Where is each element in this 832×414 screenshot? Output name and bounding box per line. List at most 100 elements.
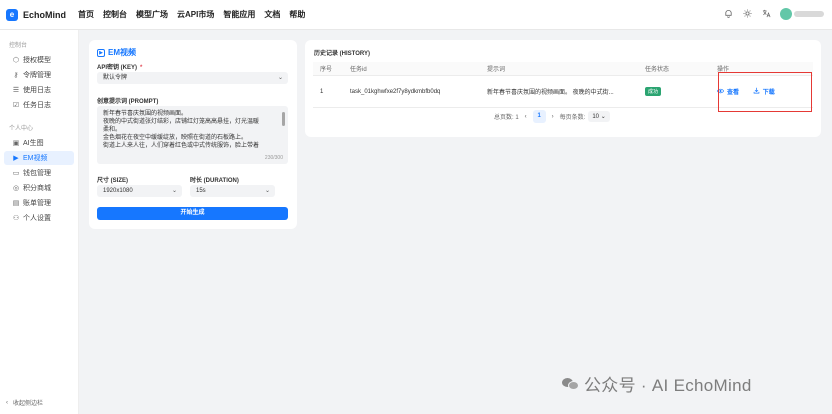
watermark-text: 公众号 · AI EchoMind [584, 376, 752, 395]
sidebar-item-label: 积分商城 [23, 185, 51, 192]
sidebar-item-label: 钱包管理 [23, 170, 51, 177]
nav-docs[interactable]: 文档 [264, 9, 280, 20]
sidebar-group-personal: 个人中心 [9, 126, 34, 132]
page-size-select[interactable]: 10 ⌄ [588, 111, 610, 122]
sidebar-item-ai-image[interactable]: ▣ AI生图 [4, 136, 74, 150]
sidebar-item-em-video[interactable]: ▶ EM视频 [4, 151, 74, 165]
sun-icon[interactable] [742, 9, 752, 19]
next-page-icon[interactable]: › [552, 114, 554, 120]
size-value: 1920x1080 [103, 188, 133, 194]
prompt-char-count: 230/300 [264, 155, 283, 161]
main-nav: 首页 控制台 模型广场 云API市场 智能应用 文档 帮助 [78, 9, 314, 20]
prompt-label: 创意提示词 (PROMPT) [97, 99, 159, 105]
chevron-down-icon: ⌄ [264, 188, 270, 194]
em-video-title: ▶ EM视频 [97, 47, 136, 58]
api-key-select[interactable]: 默认令牌 ⌄ [97, 72, 288, 84]
task-icon: ☑ [12, 102, 20, 109]
sidebar-item-billing[interactable]: ▤ 账单管理 [4, 196, 74, 210]
prompt-line: 金色烟花在夜空中缓缓绽放，映照在街道的石板路上。 [103, 135, 248, 141]
highlight-annotation-box [718, 72, 812, 112]
sidebar-item-wallet[interactable]: ▭ 钱包管理 [4, 166, 74, 180]
collapse-sidebar-button[interactable]: ‹ 收起侧边栏 [6, 398, 44, 408]
prompt-textarea[interactable]: 新年春节喜庆氛围的视频画面。 夜晚的中式街道张灯结彩，店铺红灯笼高高悬挂，灯光温… [97, 106, 288, 164]
sidebar-group-console: 控制台 [9, 43, 28, 49]
sidebar-item-label: EM视频 [23, 155, 48, 162]
page-size-label: 每页条数: [559, 115, 586, 121]
points-icon: ◎ [12, 185, 20, 192]
prompt-line: 新年春节喜庆氛围的视频画面。 [103, 111, 188, 117]
row-prompt: 新年春节喜庆氛围的视频画面。 夜晚的中式街... [487, 90, 614, 96]
sidebar-item-label: 令牌管理 [23, 72, 51, 79]
cube-icon: ⬡ [12, 57, 20, 64]
nav-cloud-api-market[interactable]: 云API市场 [177, 9, 214, 20]
sidebar-item-personal-settings[interactable]: ⚇ 个人设置 [4, 211, 74, 225]
app-logo[interactable]: e EchoMind [6, 8, 66, 21]
chevron-down-icon: ⌄ [600, 114, 606, 120]
history-title: 历史记录 (HISTORY) [314, 51, 371, 57]
watermark: 公众号 · AI EchoMind [562, 371, 752, 396]
status-badge: 成功 [645, 87, 662, 96]
api-key-value: 默认令牌 [103, 75, 128, 81]
em-video-card: ▶ EM视频 API密钥 (KEY) * 默认令牌 ⌄ 创意提示词 (PROMPT… [89, 40, 297, 229]
image-icon: ▣ [12, 140, 20, 147]
row-index: 1 [320, 88, 324, 95]
username-redacted[interactable] [794, 11, 824, 17]
column-header-index: 序号 [320, 67, 333, 73]
sidebar-item-points-mall[interactable]: ◎ 积分商城 [4, 181, 74, 195]
size-label: 尺寸 (SIZE) [97, 178, 128, 184]
duration-select[interactable]: 15s ⌄ [190, 185, 275, 197]
nav-help[interactable]: 帮助 [289, 9, 305, 20]
required-marker: * [140, 65, 143, 71]
duration-value: 15s [196, 188, 206, 194]
sidebar-item-label: 账单管理 [23, 200, 51, 207]
prompt-line: 柔和。 [103, 127, 122, 133]
video-icon: ▶ [97, 48, 105, 57]
sidebar-item-label: 个人设置 [23, 215, 51, 222]
sidebar-item-task-logs[interactable]: ☑ 任务日志 [4, 98, 74, 112]
chevron-left-icon: ‹ [6, 399, 8, 406]
start-generate-button[interactable]: 开始生成 [97, 207, 288, 220]
app-name: EchoMind [23, 9, 66, 20]
sidebar-item-token-management[interactable]: ⚷ 令牌管理 [4, 68, 74, 82]
bell-icon[interactable] [723, 9, 733, 19]
total-pages: 总页数: 1 [494, 115, 519, 121]
translate-icon[interactable] [761, 9, 771, 19]
sidebar-item-label: 使用日志 [23, 87, 51, 94]
row-status: 成功 [639, 87, 717, 96]
collapse-sidebar-label: 收起侧边栏 [13, 401, 44, 407]
nav-model-plaza[interactable]: 模型广场 [136, 9, 168, 20]
top-nav-bar: e EchoMind 首页 控制台 模型广场 云API市场 智能应用 文档 帮助 [0, 0, 832, 30]
api-key-label-text: API密钥 (KEY) [97, 65, 138, 71]
sidebar-item-label: AI生图 [23, 140, 44, 147]
prompt-line: 夜晚的中式街道张灯结彩，店铺红灯笼高高悬挂，灯光温暖 [103, 119, 260, 125]
page-size-control: 每页条数: 10 ⌄ [560, 111, 610, 122]
page-1-button[interactable]: 1 [532, 110, 546, 123]
video-icon: ▶ [13, 155, 19, 162]
api-key-label: API密钥 (KEY) * [97, 62, 142, 71]
prompt-scrollbar[interactable] [282, 112, 285, 126]
sidebar-item-authorized-models[interactable]: ⬡ 授权模型 [4, 53, 74, 67]
user-icon: ⚇ [12, 215, 20, 222]
wechat-icon [562, 377, 579, 391]
chevron-down-icon: ⌄ [277, 75, 283, 81]
nav-smart-apps[interactable]: 智能应用 [223, 9, 255, 20]
sidebar: 控制台 ⬡ 授权模型 ⚷ 令牌管理 ☰ 使用日志 ☑ 任务日志 个人中心 ▣ A… [0, 30, 79, 414]
size-select[interactable]: 1920x1080 ⌄ [97, 185, 182, 197]
sidebar-item-usage-logs[interactable]: ☰ 使用日志 [4, 83, 74, 97]
duration-label: 时长 (DURATION) [190, 178, 239, 184]
page-size-value: 10 [592, 114, 600, 120]
nav-console[interactable]: 控制台 [103, 9, 127, 20]
log-icon: ☰ [12, 87, 20, 94]
bill-icon: ▤ [12, 200, 20, 207]
logo-icon: e [6, 8, 18, 21]
prev-page-icon[interactable]: ‹ [525, 114, 527, 120]
wallet-icon: ▭ [12, 170, 20, 177]
column-header-task-id: 任务id [350, 67, 367, 73]
nav-home[interactable]: 首页 [78, 9, 94, 20]
top-right-tools [714, 8, 824, 20]
card-title-text: EM视频 [108, 48, 136, 57]
chevron-down-icon: ⌄ [171, 188, 177, 194]
user-avatar[interactable] [780, 8, 792, 20]
prompt-line: 街道上人来人往，人们穿着红色或中式传统服饰，脸上带着 [103, 143, 260, 149]
column-header-status: 任务状态 [645, 67, 670, 73]
